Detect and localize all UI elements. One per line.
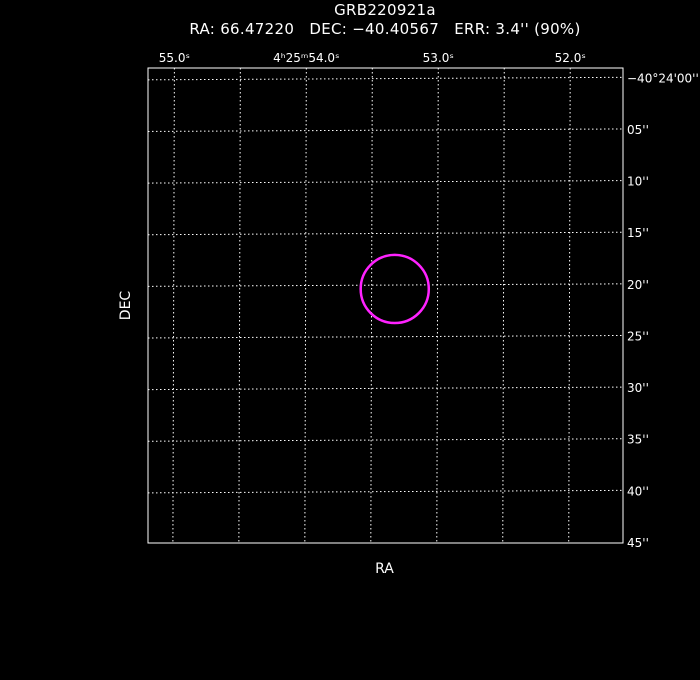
dec-grid-line: [147, 180, 624, 184]
dec-grid-line: [147, 283, 624, 287]
grid-layer: [147, 67, 624, 544]
dec-grid-line: [147, 438, 624, 442]
dec-tick-label: 15'': [627, 226, 649, 240]
marker-layer: [359, 253, 431, 325]
dec-grid-line: [147, 231, 624, 236]
finder-chart: 55.0ˢ 4ʰ25ᵐ54.0ˢ 53.0ˢ 52.0ˢ −40°24'00'' 05''…: [118, 51, 699, 577]
ra-grid-line: [370, 67, 373, 544]
dec-tick-label: 35'': [627, 433, 649, 447]
dec-tick-label: 10'': [627, 175, 649, 189]
dec-tick-label: −40°24'00'': [627, 71, 699, 85]
ra-tick-label: 52.0ˢ: [555, 51, 586, 65]
plot-frame: [147, 67, 624, 544]
ra-tick-label: 4ʰ25ᵐ54.0ˢ: [273, 51, 339, 65]
dec-tick-label: 05'': [627, 123, 649, 137]
ra-grid-line: [172, 67, 175, 544]
dec-grid-line: [147, 334, 624, 339]
dec-grid-line: [147, 489, 624, 494]
dec-grid-line: [147, 128, 624, 132]
dec-tick-label: 25'': [627, 329, 649, 343]
dec-tick-label: 20'': [627, 278, 649, 292]
ra-grid-line: [436, 67, 439, 544]
ra-tick-label: 53.0ˢ: [423, 51, 454, 65]
x-axis-label: RA: [375, 561, 394, 577]
ra-grid-line: [502, 67, 505, 544]
dec-tick-label: 40'': [627, 484, 649, 498]
ra-tick-label: 55.0ˢ: [159, 51, 190, 65]
dec-tick-label: 30'': [627, 381, 649, 395]
dec-grid-line: [147, 76, 624, 81]
dec-grid-line: [147, 386, 624, 391]
dec-tick-label: 45'': [627, 536, 649, 550]
y-axis-label: DEC: [118, 291, 134, 321]
ra-grid-line: [304, 67, 307, 544]
ra-grid-line: [568, 67, 571, 544]
ra-grid-line: [238, 67, 241, 544]
error-circle: [359, 253, 431, 325]
